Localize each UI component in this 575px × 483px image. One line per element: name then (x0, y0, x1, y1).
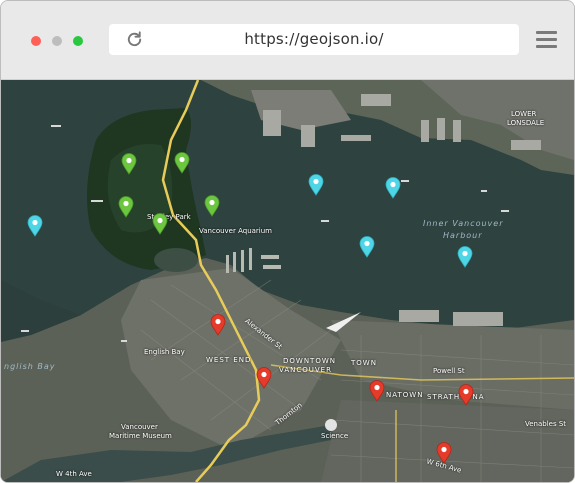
map-marker-red[interactable] (369, 380, 385, 402)
map-marker-red[interactable] (458, 384, 474, 406)
label-english-bay-water: nglish Bay (4, 362, 56, 371)
map-imagery (1, 80, 574, 482)
label-downtown-line1: DOWNTOWN (283, 357, 337, 365)
browser-titlebar: https://geojson.io/ (1, 1, 574, 80)
label-west-end: WEST END (206, 356, 252, 364)
map-marker-cyan[interactable] (457, 246, 473, 268)
browser-window: https://geojson.io/ Stanley Park Vancouv… (0, 0, 575, 483)
label-vancouver-aquarium: Vancouver Aquarium (199, 227, 273, 235)
map-marker-green[interactable] (121, 153, 137, 175)
url-text: https://geojson.io/ (244, 30, 384, 48)
map-marker-cyan[interactable] (359, 236, 375, 258)
map-marker-green[interactable] (174, 152, 190, 174)
map-marker-red[interactable] (436, 442, 452, 464)
label-w-4th-ave: W 4th Ave (56, 470, 92, 478)
label-gastown: TOWN (351, 359, 377, 367)
label-powell: Powell St (433, 367, 465, 375)
satellite-map[interactable]: Stanley Park Vancouver Aquarium Inner Va… (1, 80, 574, 482)
maximize-window-button[interactable] (73, 36, 83, 46)
label-lower-lonsdale-line1: LOWER (511, 110, 537, 118)
label-venables: Venables St (525, 420, 567, 428)
label-inner-harbour-line1: Inner Vancouver (423, 219, 504, 228)
hamburger-menu-icon[interactable] (536, 31, 557, 48)
map-marker-green[interactable] (204, 195, 220, 217)
label-downtown-line2: VANCOUVER (279, 366, 332, 374)
map-marker-green[interactable] (152, 213, 168, 235)
label-chinatown: NATOWN (386, 391, 424, 399)
map-marker-red[interactable] (210, 314, 226, 336)
label-strathcona: STRATHCONA (427, 393, 485, 401)
map-marker-cyan[interactable] (27, 215, 43, 237)
map-marker-cyan[interactable] (308, 174, 324, 196)
map-marker-red[interactable] (256, 367, 272, 389)
label-english-bay-beach: English Bay (144, 348, 185, 356)
map-marker-cyan[interactable] (385, 177, 401, 199)
close-window-button[interactable] (31, 36, 41, 46)
label-science-world: Science (321, 432, 349, 440)
label-maritime-museum-line1: Vancouver (121, 423, 158, 431)
map-marker-green[interactable] (118, 196, 134, 218)
label-maritime-museum-line2: Maritime Museum (109, 432, 172, 440)
address-bar[interactable]: https://geojson.io/ (109, 24, 519, 55)
minimize-window-button[interactable] (52, 36, 62, 46)
label-lower-lonsdale-line2: LONSDALE (507, 119, 545, 127)
label-inner-harbour-line2: Harbour (443, 231, 483, 240)
